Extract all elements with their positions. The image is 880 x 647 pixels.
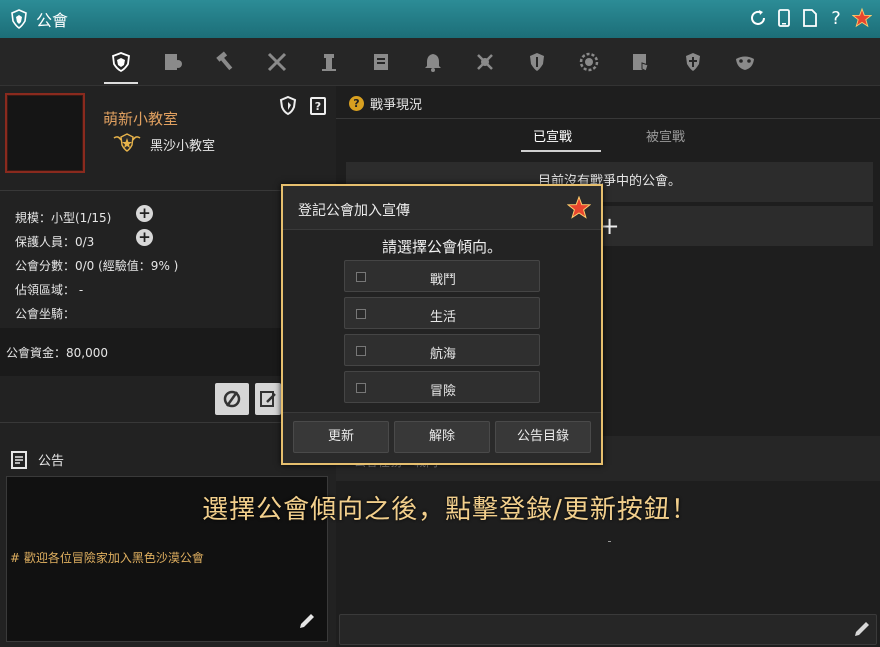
stat-mount: 公會坐騎： [15,307,76,321]
laurel-icon[interactable] [577,50,601,74]
no-symbol-icon [223,390,241,408]
tab-declared-war[interactable]: 已宣戰 [533,126,572,145]
swords-icon[interactable] [265,50,289,74]
edit-pencil-icon[interactable] [852,619,872,639]
option-label: 航海 [429,347,456,362]
guild-leader-name: 黑沙小教室 [150,139,216,154]
expand-scale-button[interactable]: + [136,205,153,222]
close-star-icon[interactable] [567,196,591,220]
option-label: 戰鬥 [429,273,456,288]
close-star-icon[interactable] [852,7,872,29]
notice-list-button[interactable]: 公告目錄 [495,421,591,453]
update-button[interactable]: 更新 [293,421,389,453]
active-tab-indicator [521,150,601,152]
war-title: 戰爭現況 [370,98,423,113]
help-icon[interactable]: ? [826,7,846,29]
guild-chat-input[interactable] [339,614,877,645]
remove-button[interactable]: 解除 [394,421,490,453]
dialog-title-bar: 登記公會加入宣傳 [283,186,601,230]
hammer-icon[interactable] [213,50,237,74]
tutorial-caption: 選擇公會傾向之後，點擊登錄/更新按鈕！ [202,495,698,525]
scroll-icon[interactable] [369,50,393,74]
guild-promotion-dialog: 登記公會加入宣傳 請選擇公會傾向。 戰鬥 生活 航海 冒險 更新 解除 公告目錄 [281,184,603,465]
stat-guards: 保護人員：0/3 [15,235,95,249]
page-icon[interactable] [800,7,820,29]
guild-name: 萌新小教室 [103,110,179,128]
stat-territory: 佔領區域： - [15,283,84,297]
notice-header: 公告 [10,450,64,469]
guild-emblem[interactable] [5,93,85,173]
add-guard-button[interactable]: + [136,229,153,246]
stat-scale: 規模：小型(1/15) [15,211,112,225]
register-promotion-button[interactable] [255,383,281,415]
window-title: 公會 [36,11,69,30]
war-header: ? 戰爭現況 [349,94,422,113]
option-adventure[interactable]: 冒險 [344,371,540,403]
contract-icon[interactable] [629,50,653,74]
svg-text:?: ? [315,100,321,113]
option-label: 冒險 [429,384,456,399]
disable-button[interactable] [215,383,249,415]
dialog-title: 登記公會加入宣傳 [298,203,410,219]
refresh-icon[interactable] [748,7,768,29]
divider [336,118,880,119]
cross-shield-icon[interactable] [681,50,705,74]
guild-funds: 公會資金：80,000 [6,346,108,360]
notice-icon [11,450,27,469]
mask-icon[interactable] [733,50,757,74]
tower-icon[interactable] [317,50,341,74]
edit-document-icon [260,391,276,407]
guild-leader-icon [113,133,141,152]
notice-title: 公告 [38,454,65,469]
option-life[interactable]: 生活 [344,297,540,329]
empty-dash [608,541,611,542]
war-help-icon[interactable]: ? [349,96,364,111]
guild-menu-tabs [0,38,880,86]
active-tab-indicator [104,82,138,84]
dialog-footer: 更新 解除 公告目錄 [283,412,601,463]
mobile-icon[interactable] [774,7,794,29]
notice-text: # 歡迎各位冒險家加入黑色沙漠公會 [10,551,204,565]
shield-icon[interactable] [525,50,549,74]
edit-notice-pencil-icon[interactable] [297,611,317,631]
bell-icon[interactable] [421,50,445,74]
guild-info-icon[interactable]: ? [308,96,328,116]
dialog-prompt: 請選擇公會傾向。 [381,238,502,256]
stat-points: 公會分數：0/0 (經驗值：9% ) [15,259,179,273]
tab-received-war[interactable]: 被宣戰 [646,126,685,145]
axes-icon[interactable] [473,50,497,74]
option-combat[interactable]: 戰鬥 [344,260,540,292]
guild-shield-icon[interactable] [278,96,298,116]
guild-stats: 規模：小型(1/15) 保護人員：0/3 公會分數：0/0 (經驗值：9% ) … [15,206,178,326]
guild-crest-icon [11,9,27,29]
member-icon[interactable] [161,50,185,74]
option-sailing[interactable]: 航海 [344,334,540,366]
title-bar: 公會 ? [0,0,880,38]
guild-crest-icon[interactable] [109,50,133,74]
option-label: 生活 [429,310,456,325]
